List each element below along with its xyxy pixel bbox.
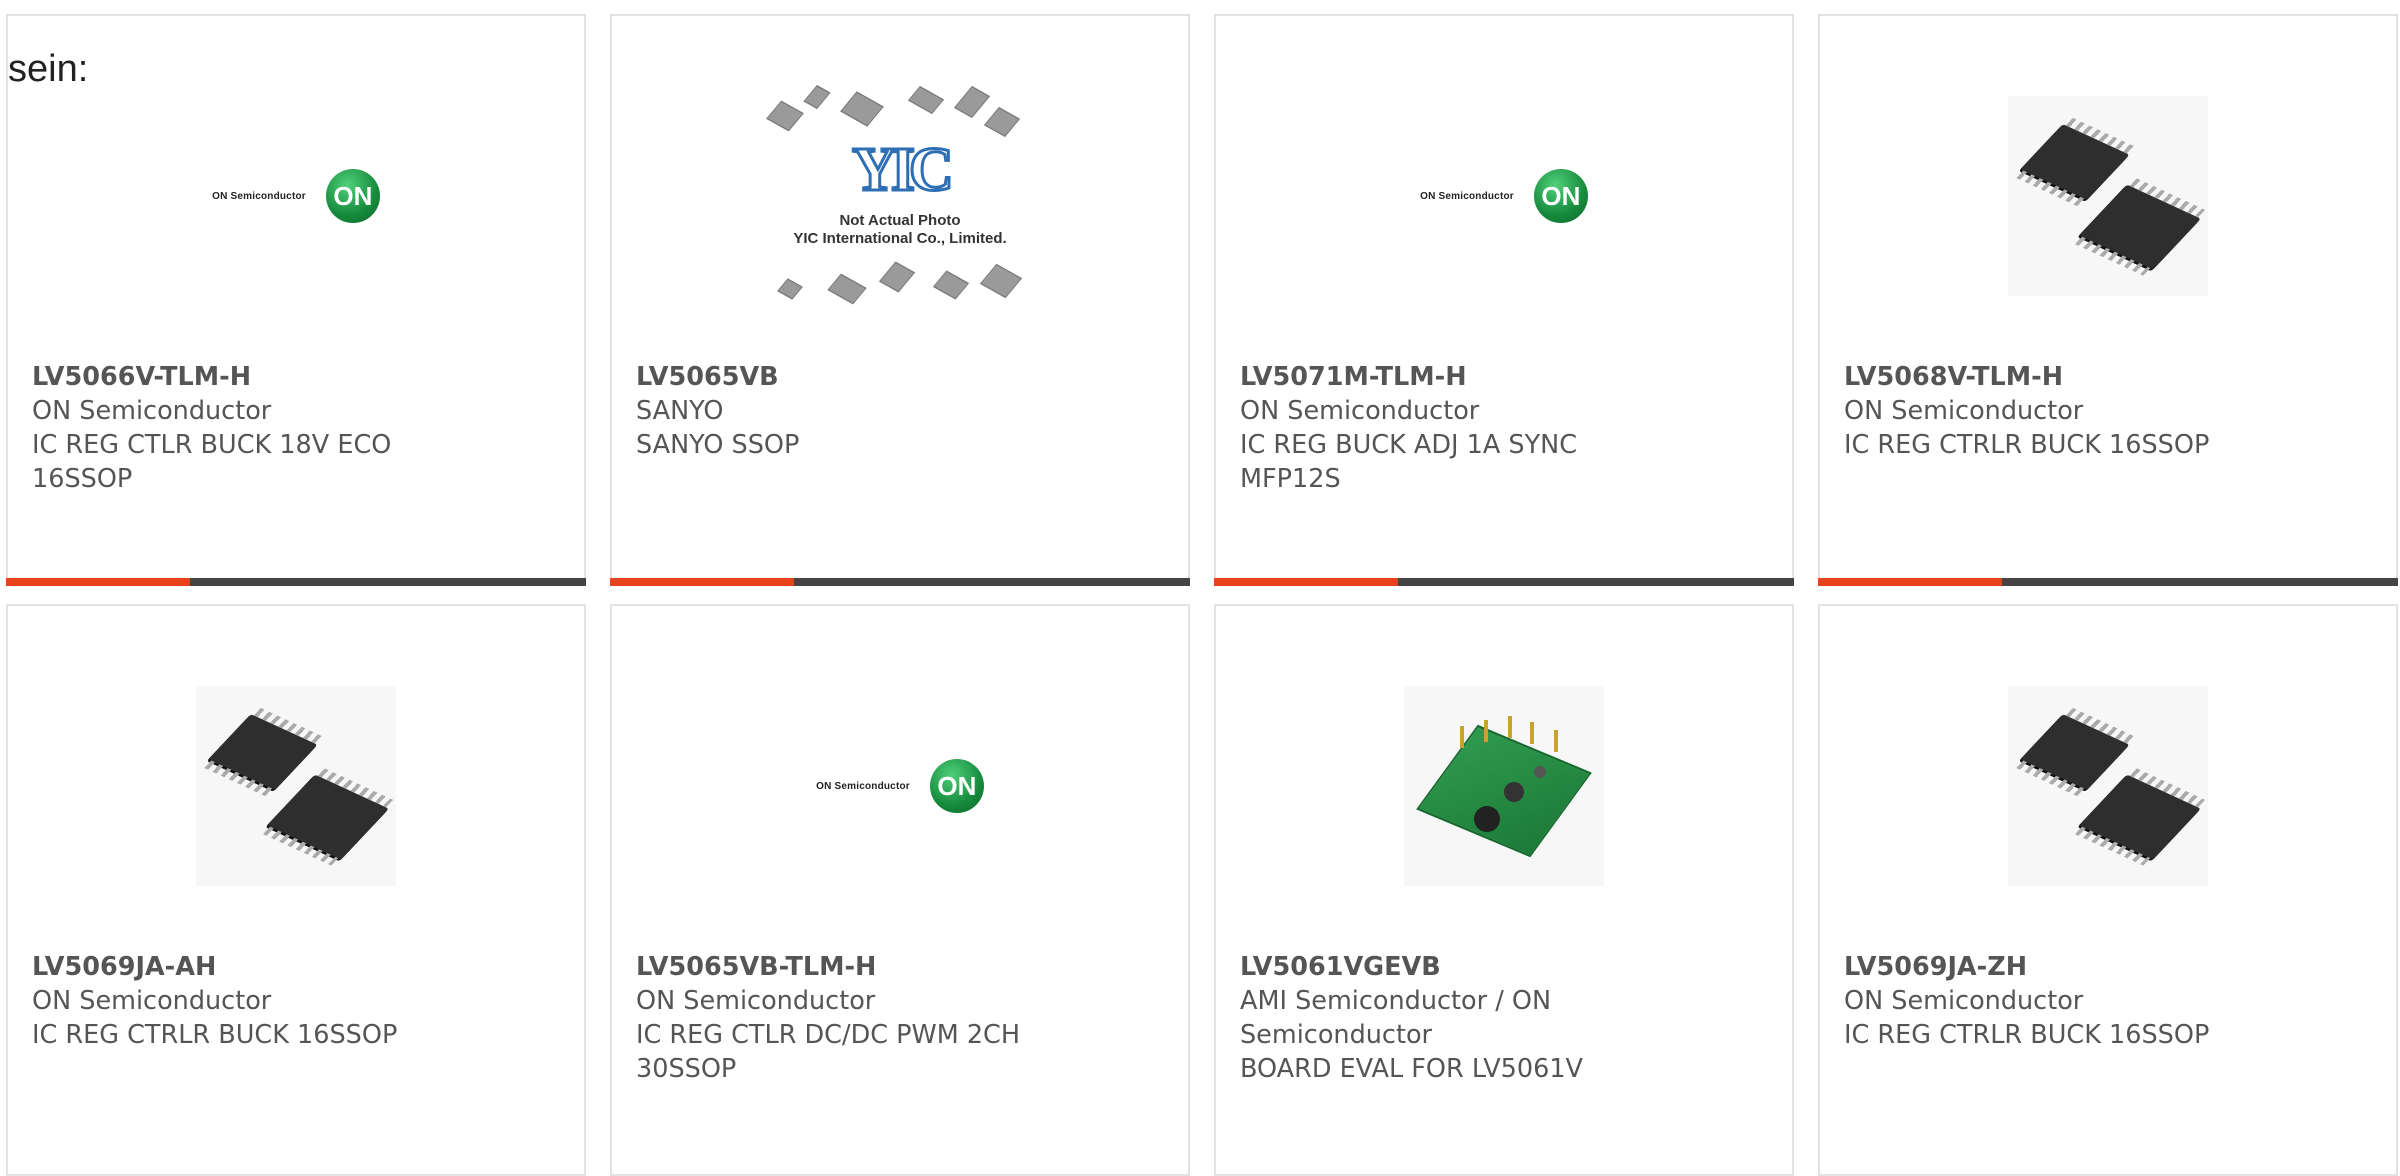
product-image[interactable]: ON Semiconductor ON: [1216, 76, 1792, 316]
manufacturer: ON Semiconductor: [636, 986, 876, 1016]
product-card[interactable]: LV5069JA-AH ON Semiconductor IC REG CTRL…: [6, 604, 586, 1176]
manufacturer: ON Semiconductor: [1844, 986, 2084, 1016]
product-card[interactable]: LV5068V-TLM-H ON Semiconductor IC REG CT…: [1818, 14, 2398, 586]
yic-placeholder-image: YIC Not Actual Photo YIC International C…: [760, 76, 1040, 316]
part-number-link[interactable]: LV5061VGEVB: [1240, 950, 1660, 984]
description: IC REG CTRLR BUCK 16SSOP: [32, 1020, 398, 1050]
manufacturer: ON Semiconductor: [32, 396, 272, 426]
description: IC REG CTLR DC/DC PWM 2CH 30SSOP: [636, 1020, 1021, 1084]
eval-board-photo: [1404, 686, 1604, 886]
lead-text: sein:: [8, 48, 89, 90]
product-card[interactable]: ON Semiconductor ON LV5066V-TLM-H ON Sem…: [6, 14, 586, 586]
product-image[interactable]: ON Semiconductor ON: [8, 76, 584, 316]
manufacturer: ON Semiconductor: [1844, 396, 2084, 426]
product-image[interactable]: [1216, 666, 1792, 906]
part-number-link[interactable]: LV5066V-TLM-H: [32, 360, 452, 394]
description: IC REG CTRLR BUCK 16SSOP: [1844, 430, 2210, 460]
product-card[interactable]: ON Semiconductor ON LV5065VB-TLM-H ON Se…: [610, 604, 1190, 1176]
card-accent: [1818, 578, 2002, 586]
card-bottom-bar: [610, 578, 1190, 586]
product-card[interactable]: YIC Not Actual Photo YIC International C…: [610, 14, 1190, 586]
part-number-link[interactable]: LV5071M-TLM-H: [1240, 360, 1660, 394]
part-number-link[interactable]: LV5069JA-ZH: [1844, 950, 2264, 984]
on-semiconductor-logo: ON Semiconductor ON: [816, 759, 984, 813]
card-bottom-bar: [1214, 578, 1794, 586]
manufacturer: ON Semiconductor: [1240, 396, 1480, 426]
description: IC REG BUCK ADJ 1A SYNC MFP12S: [1240, 430, 1578, 494]
product-image[interactable]: [1820, 76, 2396, 316]
card-bottom-bar: [6, 578, 586, 586]
product-card[interactable]: LV5069JA-ZH ON Semiconductor IC REG CTRL…: [1818, 604, 2398, 1176]
card-bottom-bar: [1818, 578, 2398, 586]
manufacturer: AMI Semiconductor / ON Semiconductor: [1240, 986, 1552, 1050]
description: IC REG CTLR BUCK 18V ECO 16SSOP: [32, 430, 392, 494]
card-accent: [610, 578, 794, 586]
on-semiconductor-logo: ON Semiconductor ON: [1420, 169, 1588, 223]
product-card[interactable]: LV5061VGEVB AMI Semiconductor / ON Semic…: [1214, 604, 1794, 1176]
product-image[interactable]: ON Semiconductor ON: [612, 666, 1188, 906]
on-semiconductor-logo: ON Semiconductor ON: [212, 169, 380, 223]
product-grid: ON Semiconductor ON LV5066V-TLM-H ON Sem…: [0, 0, 2400, 1176]
part-number-link[interactable]: LV5068V-TLM-H: [1844, 360, 2264, 394]
ssop-chip-photo: [2008, 96, 2208, 296]
ssop-chip-photo: [196, 686, 396, 886]
ssop-chip-photo: [2008, 686, 2208, 886]
product-card[interactable]: ON Semiconductor ON LV5071M-TLM-H ON Sem…: [1214, 14, 1794, 586]
description: BOARD EVAL FOR LV5061V: [1240, 1054, 1584, 1084]
part-number-link[interactable]: LV5069JA-AH: [32, 950, 452, 984]
part-number-link[interactable]: LV5065VB-TLM-H: [636, 950, 1056, 984]
part-number-link[interactable]: LV5065VB: [636, 360, 1056, 394]
product-image[interactable]: [8, 666, 584, 906]
manufacturer: ON Semiconductor: [32, 986, 272, 1016]
card-accent: [1214, 578, 1398, 586]
product-image[interactable]: [1820, 666, 2396, 906]
card-accent: [6, 578, 190, 586]
product-image[interactable]: YIC Not Actual Photo YIC International C…: [612, 76, 1188, 316]
description: SANYO SSOP: [636, 430, 800, 460]
manufacturer: SANYO: [636, 396, 724, 426]
description: IC REG CTRLR BUCK 16SSOP: [1844, 1020, 2210, 1050]
